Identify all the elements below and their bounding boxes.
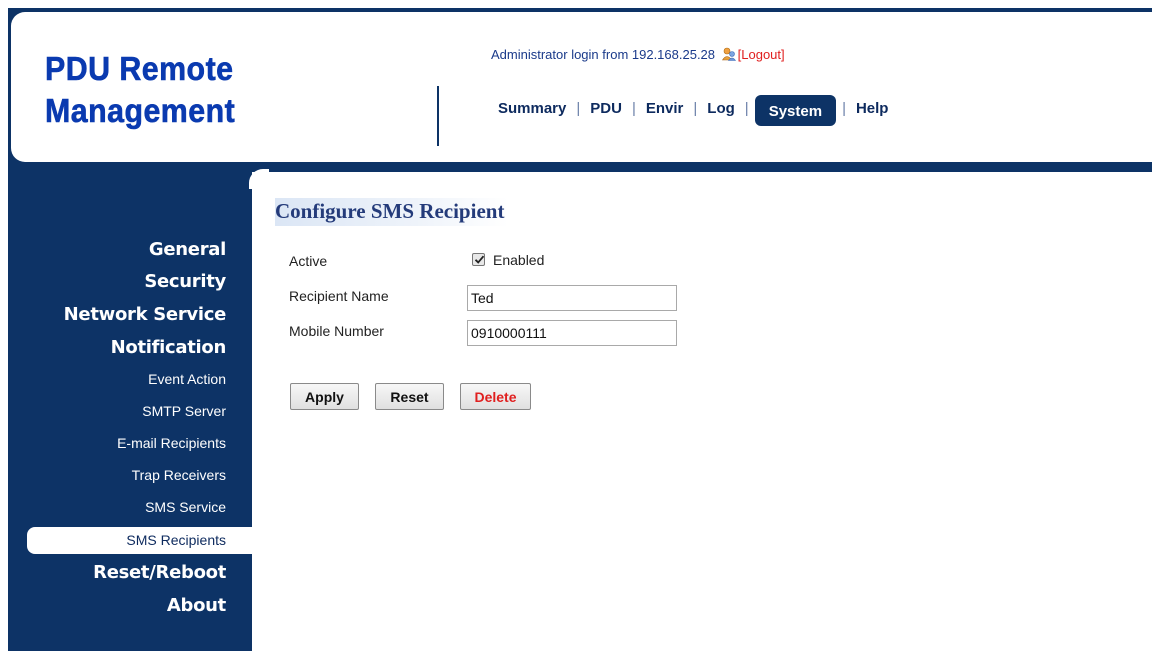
- nav-separator: |: [693, 99, 698, 117]
- header-divider: [437, 86, 439, 146]
- active-label: Active: [289, 253, 328, 269]
- sidebar-item-about[interactable]: About: [167, 595, 226, 616]
- sidebar-item-email-recipients[interactable]: E-mail Recipients: [117, 435, 226, 451]
- main-content: [252, 172, 1152, 651]
- nav-separator: |: [576, 99, 581, 117]
- logo-line-2: Management: [45, 92, 236, 130]
- nav-help[interactable]: Help: [856, 100, 889, 117]
- reset-button[interactable]: Reset: [375, 383, 444, 410]
- sidebar-item-security[interactable]: Security: [144, 271, 226, 292]
- mobile-number-label: Mobile Number: [289, 323, 384, 339]
- sidebar-item-event-action[interactable]: Event Action: [148, 371, 226, 387]
- nav-envir[interactable]: Envir: [646, 100, 684, 117]
- nav-summary[interactable]: Summary: [498, 100, 566, 117]
- apply-button[interactable]: Apply: [290, 383, 359, 410]
- sidebar-item-sms-service[interactable]: SMS Service: [145, 499, 226, 515]
- sidebar-item-reset-reboot[interactable]: Reset/Reboot: [93, 562, 226, 583]
- sidebar-item-general[interactable]: General: [149, 239, 226, 260]
- mobile-number-input[interactable]: [467, 320, 677, 346]
- nav-separator: |: [744, 99, 749, 117]
- nav-separator: |: [842, 99, 846, 117]
- nav-separator: |: [631, 99, 636, 117]
- user-icon: [721, 47, 736, 61]
- recipient-name-label: Recipient Name: [289, 288, 389, 304]
- logo: PDU Remote Management: [45, 48, 235, 132]
- enabled-label: Enabled: [493, 252, 545, 268]
- sidebar-item-network-service[interactable]: Network Service: [64, 304, 227, 325]
- logout-link[interactable]: [Logout]: [738, 47, 785, 62]
- nav-pdu[interactable]: PDU: [590, 100, 622, 117]
- sidebar-item-smtp-server[interactable]: SMTP Server: [142, 403, 226, 419]
- recipient-name-input[interactable]: [467, 285, 677, 311]
- logo-line-1: PDU Remote: [45, 50, 234, 88]
- login-text: Administrator login from 192.168.25.28: [491, 47, 716, 62]
- checkmark-icon: [474, 255, 485, 264]
- top-navigation: Summary | PDU | Envir | Log | System | H…: [498, 91, 889, 126]
- active-checkbox[interactable]: [472, 253, 485, 266]
- sidebar-item-sms-recipients[interactable]: SMS Recipients: [126, 532, 226, 548]
- sidebar-item-notification[interactable]: Notification: [111, 337, 227, 358]
- login-status: Administrator login from 192.168.25.28 […: [491, 47, 785, 62]
- delete-button[interactable]: Delete: [460, 383, 531, 410]
- nav-log[interactable]: Log: [707, 100, 735, 117]
- page-title: Configure SMS Recipient: [275, 198, 509, 226]
- nav-system[interactable]: System: [754, 94, 837, 126]
- sidebar-item-trap-receivers[interactable]: Trap Receivers: [132, 467, 226, 483]
